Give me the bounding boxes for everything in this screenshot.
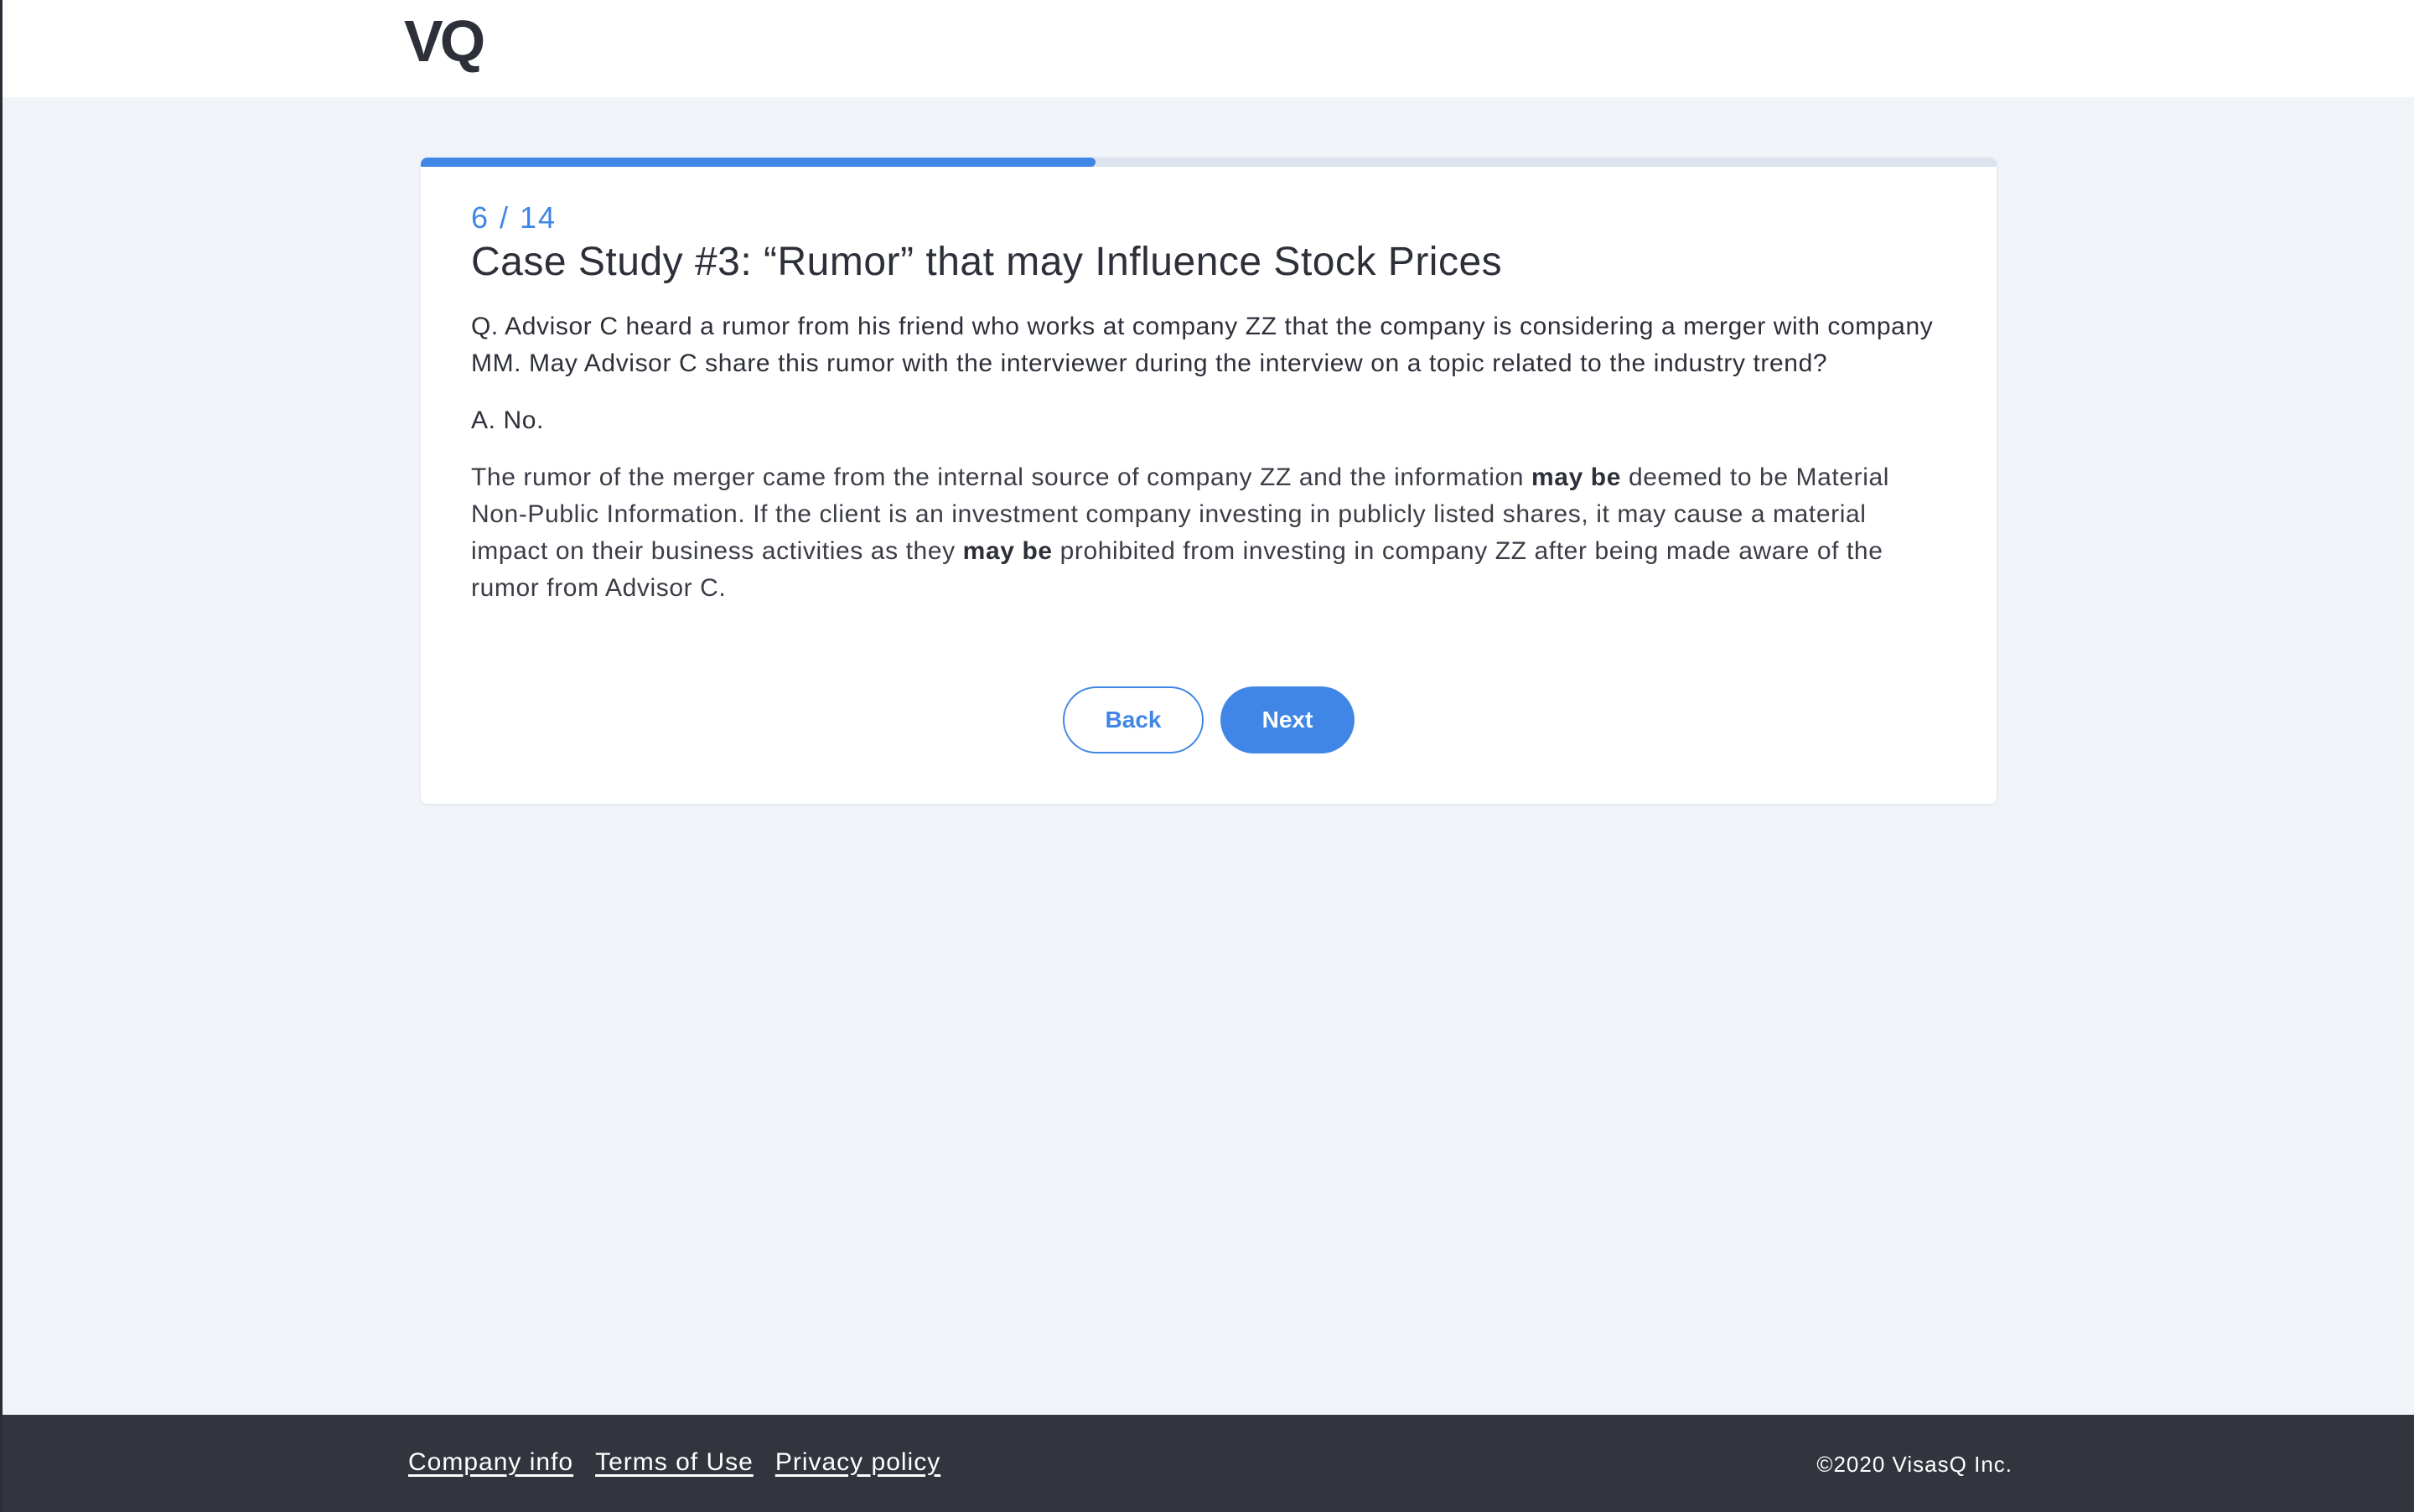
footer: Company info Terms of Use Privacy policy… — [0, 1415, 2414, 1512]
question-text: Q. Advisor C heard a rumor from his frie… — [471, 313, 1934, 377]
progress-bar — [421, 158, 1997, 167]
back-button[interactable]: Back — [1063, 686, 1204, 753]
step-counter: 6 / 14 — [471, 200, 557, 235]
next-button[interactable]: Next — [1220, 686, 1355, 753]
explanation-emphasis-2: may be — [962, 537, 1053, 565]
vq-logo[interactable]: VQ — [404, 12, 485, 70]
quiz-card: 6 / 14 Case Study #3: “Rumor” that may I… — [421, 158, 1997, 804]
top-bar: VQ — [0, 0, 2414, 97]
explanation-text: The rumor of the merger came from the in… — [471, 459, 1946, 607]
copyright-text: ©2020 VisasQ Inc. — [1816, 1452, 2013, 1477]
window-edge — [0, 0, 3, 1512]
company-info-link[interactable]: Company info — [408, 1448, 573, 1477]
footer-links: Company info Terms of Use Privacy policy — [408, 1448, 940, 1477]
case-study-title: Case Study #3: “Rumor” that may Influenc… — [471, 240, 1503, 284]
explanation-emphasis-1: may be — [1531, 463, 1622, 491]
progress-bar-fill — [421, 158, 1096, 167]
card-content: 6 / 14 Case Study #3: “Rumor” that may I… — [471, 201, 1946, 607]
explanation-part-1: The rumor of the merger came from the in… — [471, 463, 1532, 491]
answer-text: A. No. — [471, 406, 544, 434]
terms-of-use-link[interactable]: Terms of Use — [595, 1448, 754, 1477]
navigation-buttons: Back Next — [421, 686, 1997, 753]
privacy-policy-link[interactable]: Privacy policy — [775, 1448, 940, 1477]
